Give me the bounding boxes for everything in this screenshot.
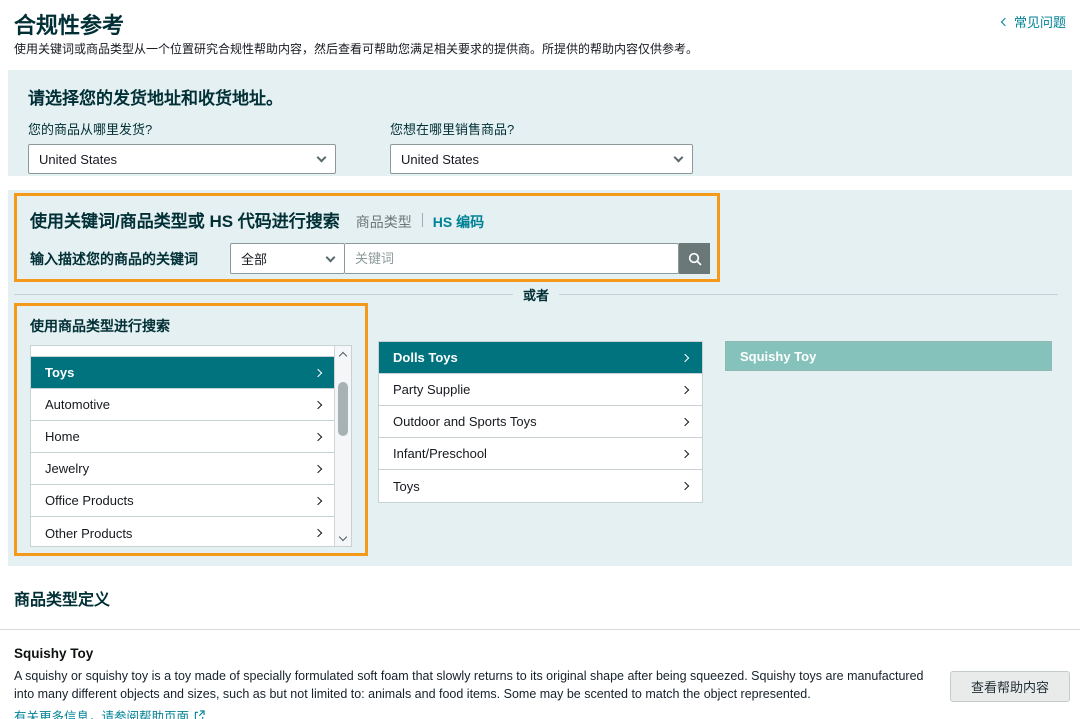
address-section: 请选择您的发货地址和收货地址。 您的商品从哪里发货? United States… [8, 70, 1072, 176]
list-item-outdoor-sports-toys[interactable]: Outdoor and Sports Toys [379, 406, 702, 438]
more-info-link-label: 有关更多信息，请参阅帮助页面 [14, 706, 189, 719]
divider [0, 629, 1080, 630]
scrollbar[interactable] [334, 346, 351, 546]
keyword-input-label: 输入描述您的商品的关键词 [30, 249, 230, 269]
keyword-search-box: 使用关键词/商品类型或 HS 代码进行搜索 商品类型 HS 编码 输入描述您的商… [14, 193, 720, 282]
chevron-down-icon [317, 153, 327, 163]
list-item-party-supplie[interactable]: Party Supplie [379, 374, 702, 406]
or-divider: 或者 [14, 286, 1058, 302]
scroll-down-icon[interactable] [335, 530, 351, 546]
list-item-other-products[interactable]: Other Products [31, 517, 334, 546]
chevron-right-icon [314, 529, 322, 537]
keyword-search-heading: 使用关键词/商品类型或 HS 代码进行搜索 [30, 207, 340, 232]
ship-from-select[interactable]: United States [28, 144, 336, 174]
chevron-right-icon [314, 368, 322, 376]
search-section: 使用关键词/商品类型或 HS 代码进行搜索 商品类型 HS 编码 输入描述您的商… [8, 190, 1072, 566]
definition-term: Squishy Toy [14, 646, 1066, 661]
definition-description: A squishy or squishy toy is a toy made o… [14, 667, 934, 703]
chevron-right-icon [681, 482, 689, 490]
ship-from-label: 您的商品从哪里发货? [28, 119, 336, 138]
external-link-icon [194, 710, 205, 719]
list-item-dolls-toys[interactable]: Dolls Toys [379, 342, 702, 374]
scrollbar-thumb[interactable] [338, 382, 348, 436]
list-item-jewelry[interactable]: Jewelry [31, 453, 334, 485]
list-item-office-products[interactable]: Office Products [31, 485, 334, 517]
tab-product-type[interactable]: 商品类型 [356, 212, 412, 232]
keyword-input[interactable] [345, 243, 679, 274]
chevron-right-icon [314, 432, 322, 440]
list-item-toys-l2[interactable]: Toys [379, 470, 702, 502]
search-button[interactable] [679, 243, 710, 274]
chevron-down-icon [674, 153, 684, 163]
faq-link-label: 常见问题 [1014, 12, 1066, 31]
ship-from-value: United States [39, 152, 117, 167]
page-header: 合规性参考 常见问题 [0, 0, 1080, 38]
keyword-category-value: 全部 [241, 249, 267, 268]
chevron-right-icon [681, 417, 689, 425]
list-item-infant-preschool[interactable]: Infant/Preschool [379, 438, 702, 470]
keyword-category-select[interactable]: 全部 [230, 243, 345, 274]
list-item-automotive[interactable]: Automotive [31, 389, 334, 421]
list-item-squishy-toy[interactable]: Squishy Toy [725, 341, 1052, 371]
tab-hs-code[interactable]: HS 编码 [433, 212, 484, 232]
category-search-box: 使用商品类型进行搜索 Kitchen Toys Automotive [14, 303, 368, 556]
chevron-right-icon [681, 449, 689, 457]
chevron-right-icon [681, 385, 689, 393]
chevron-right-icon [314, 400, 322, 408]
list-item-toys[interactable]: Toys [31, 357, 334, 389]
more-info-link[interactable]: 有关更多信息，请参阅帮助页面 [14, 706, 205, 719]
or-divider-label: 或者 [513, 285, 559, 304]
ship-from-field: 您的商品从哪里发货? United States [28, 119, 336, 174]
page-subtitle: 使用关键词或商品类型从一个位置研究合规性帮助内容，然后查看可帮助您满足相关要求的… [0, 38, 1080, 57]
definitions-heading: 商品类型定义 [14, 586, 1066, 610]
category-list-level1: Kitchen Toys Automotive Home [30, 345, 352, 547]
sell-in-label: 您想在哪里销售商品? [390, 119, 693, 138]
search-icon [687, 251, 703, 267]
chevron-left-icon [1001, 17, 1009, 25]
faq-link[interactable]: 常见问题 [1002, 12, 1066, 31]
list-item-clipped[interactable]: Kitchen [31, 346, 334, 357]
page-title: 合规性参考 [14, 8, 1066, 40]
category-list-level2: Dolls Toys Party Supplie Outdoor and Spo… [378, 341, 703, 503]
tab-divider [422, 213, 423, 227]
address-section-heading: 请选择您的发货地址和收货地址。 [28, 84, 1052, 109]
sell-in-field: 您想在哪里销售商品? United States [390, 119, 693, 174]
definitions-section: 商品类型定义 Squishy Toy A squishy or squishy … [0, 566, 1080, 719]
chevron-right-icon [314, 464, 322, 472]
scroll-up-icon[interactable] [335, 346, 351, 362]
category-list-level3: Squishy Toy [725, 341, 1052, 371]
category-search-heading: 使用商品类型进行搜索 [30, 316, 352, 336]
sell-in-value: United States [401, 152, 479, 167]
chevron-right-icon [681, 353, 689, 361]
view-help-button[interactable]: 查看帮助内容 [950, 671, 1070, 702]
sell-in-select[interactable]: United States [390, 144, 693, 174]
list-item-home[interactable]: Home [31, 421, 334, 453]
chevron-right-icon [314, 496, 322, 504]
chevron-down-icon [326, 252, 336, 262]
